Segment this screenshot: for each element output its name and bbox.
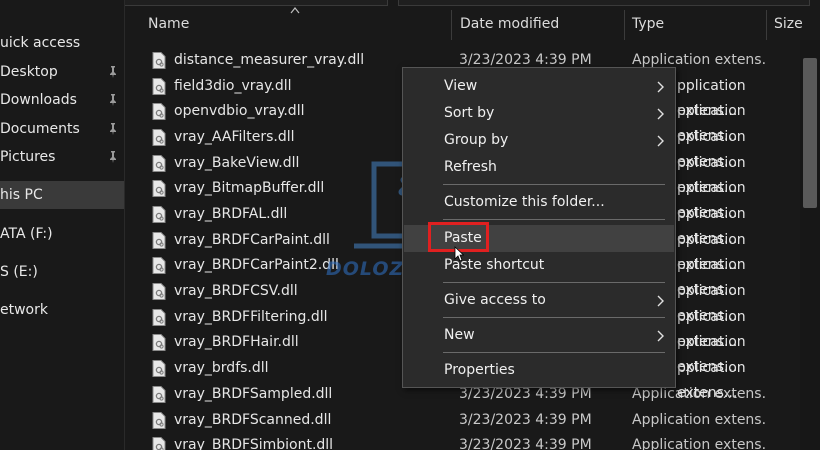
nav-item-network[interactable]: etwork [0,296,124,324]
menu-separator [443,219,665,220]
dll-file-icon [152,309,166,326]
menu-item-label: View [444,78,478,94]
file-name: openvdbio_vray.dll [174,103,305,119]
file-type: Application extens... [632,437,766,450]
navigation-pane: uick access Desktop Downloads Documents … [0,0,125,450]
pin-icon [110,151,116,163]
nav-item-pictures[interactable]: Pictures [0,143,124,171]
menu-item-properties[interactable]: Properties [404,357,674,384]
file-name: vray_BRDFSimbiont.dll [174,437,334,450]
dll-file-icon [152,386,166,403]
nav-item-label: S (E:) [0,264,38,280]
nav-item-documents[interactable]: Documents [0,115,124,143]
nav-item-label: Pictures [0,149,56,165]
dll-file-icon [152,78,166,95]
nav-item-label: uick access [0,35,81,51]
nav-item-desktop[interactable]: Desktop [0,58,124,86]
menu-item-label: Sort by [444,105,495,121]
file-name: vray_BRDFCarPaint.dll [174,232,330,248]
menu-item-label: Refresh [444,159,497,175]
menu-separator [443,184,665,185]
file-date: 3/23/2023 4:39 PM [459,437,592,450]
menu-item-label: Properties [444,362,515,378]
column-type[interactable]: Type [624,8,766,40]
file-name: vray_BRDFHair.dll [174,334,299,350]
file-name: vray_BRDFFiltering.dll [174,309,328,325]
dll-file-icon [152,180,166,197]
menu-separator [443,282,665,283]
file-name: vray_BRDFCSV.dll [174,283,298,299]
file-type-partial: pplication extens... [677,360,746,401]
nav-item-quick-access[interactable]: uick access [0,29,124,57]
menu-item-label: New [444,327,475,343]
menu-item-group-by[interactable]: Group by [404,127,674,154]
chevron-right-icon [657,81,664,93]
dll-file-icon [152,52,166,69]
menu-separator [443,317,665,318]
file-name: vray_BRDFScanned.dll [174,412,332,428]
watermark-text: DOLOZI [326,258,413,280]
dll-file-icon [152,257,166,274]
mouse-cursor-icon [454,246,464,262]
chevron-right-icon [657,330,664,342]
dll-file-icon [152,283,166,300]
file-name: distance_measurer_vray.dll [174,52,365,68]
menu-separator [443,352,665,353]
dll-file-icon [152,412,166,429]
nav-item-drive-f[interactable]: ATA (F:) [0,220,124,248]
file-name: field3dio_vray.dll [174,78,292,94]
file-type: Application extens... [632,412,766,428]
file-name: vray_AAFilters.dll [174,129,295,145]
dll-file-icon [152,334,166,351]
chevron-right-icon [657,295,664,307]
menu-item-label: Give access to [444,292,546,308]
file-row[interactable]: vray_BRDFScanned.dll 3/23/2023 4:39 PM A… [126,408,800,433]
nav-item-drive-e[interactable]: S (E:) [0,258,124,286]
file-name: vray_BakeView.dll [174,155,300,171]
column-date-modified[interactable]: Date modified [452,8,624,40]
chevron-right-icon [657,108,664,120]
pin-icon [110,94,116,106]
pin-icon [110,66,116,78]
file-name: vray_BitmapBuffer.dll [174,180,325,196]
dll-file-icon [152,155,166,172]
menu-item-view[interactable]: View [404,73,674,100]
file-name: vray_BRDFCarPaint2.dll [174,257,339,273]
vertical-scrollbar[interactable] [800,40,820,450]
menu-item-give-access[interactable]: Give access to [404,287,674,314]
nav-item-downloads[interactable]: Downloads [0,86,124,114]
file-name: vray_BRDFAL.dll [174,206,288,222]
dll-file-icon [152,129,166,146]
column-size[interactable]: Size [766,8,820,40]
dll-file-icon [152,206,166,223]
nav-item-label: Desktop [0,64,58,80]
chevron-right-icon [657,135,664,147]
menu-item-sort-by[interactable]: Sort by [404,100,674,127]
dll-file-icon [152,360,166,377]
dll-file-icon [152,232,166,249]
column-header: Name Date modified Type Size [126,7,820,40]
menu-item-paste-shortcut[interactable]: Paste shortcut [404,252,674,279]
file-date: 3/23/2023 4:39 PM [459,412,592,428]
nav-item-label: his PC [0,187,43,203]
scrollbar-thumb[interactable] [803,58,817,208]
menu-item-label: Customize this folder... [444,194,605,210]
menu-item-new[interactable]: New [404,322,674,349]
column-name[interactable]: Name [140,8,450,40]
menu-item-label: Group by [444,132,509,148]
nav-item-this-pc[interactable]: his PC [0,181,124,209]
pin-icon [110,123,116,135]
dll-file-icon [152,103,166,120]
search-box[interactable] [398,0,810,6]
file-name: vray_brdfs.dll [174,360,269,376]
file-name: vray_BRDFSampled.dll [174,386,333,402]
menu-item-refresh[interactable]: Refresh [404,154,674,181]
file-row[interactable]: vray_BRDFSimbiont.dll 3/23/2023 4:39 PM … [126,433,800,450]
nav-item-label: ATA (F:) [0,226,53,242]
nav-item-label: etwork [0,302,48,318]
nav-item-label: Documents [0,121,80,137]
dll-file-icon [152,437,166,450]
menu-item-customize-folder[interactable]: Customize this folder... [404,189,674,216]
nav-item-label: Downloads [0,92,77,108]
